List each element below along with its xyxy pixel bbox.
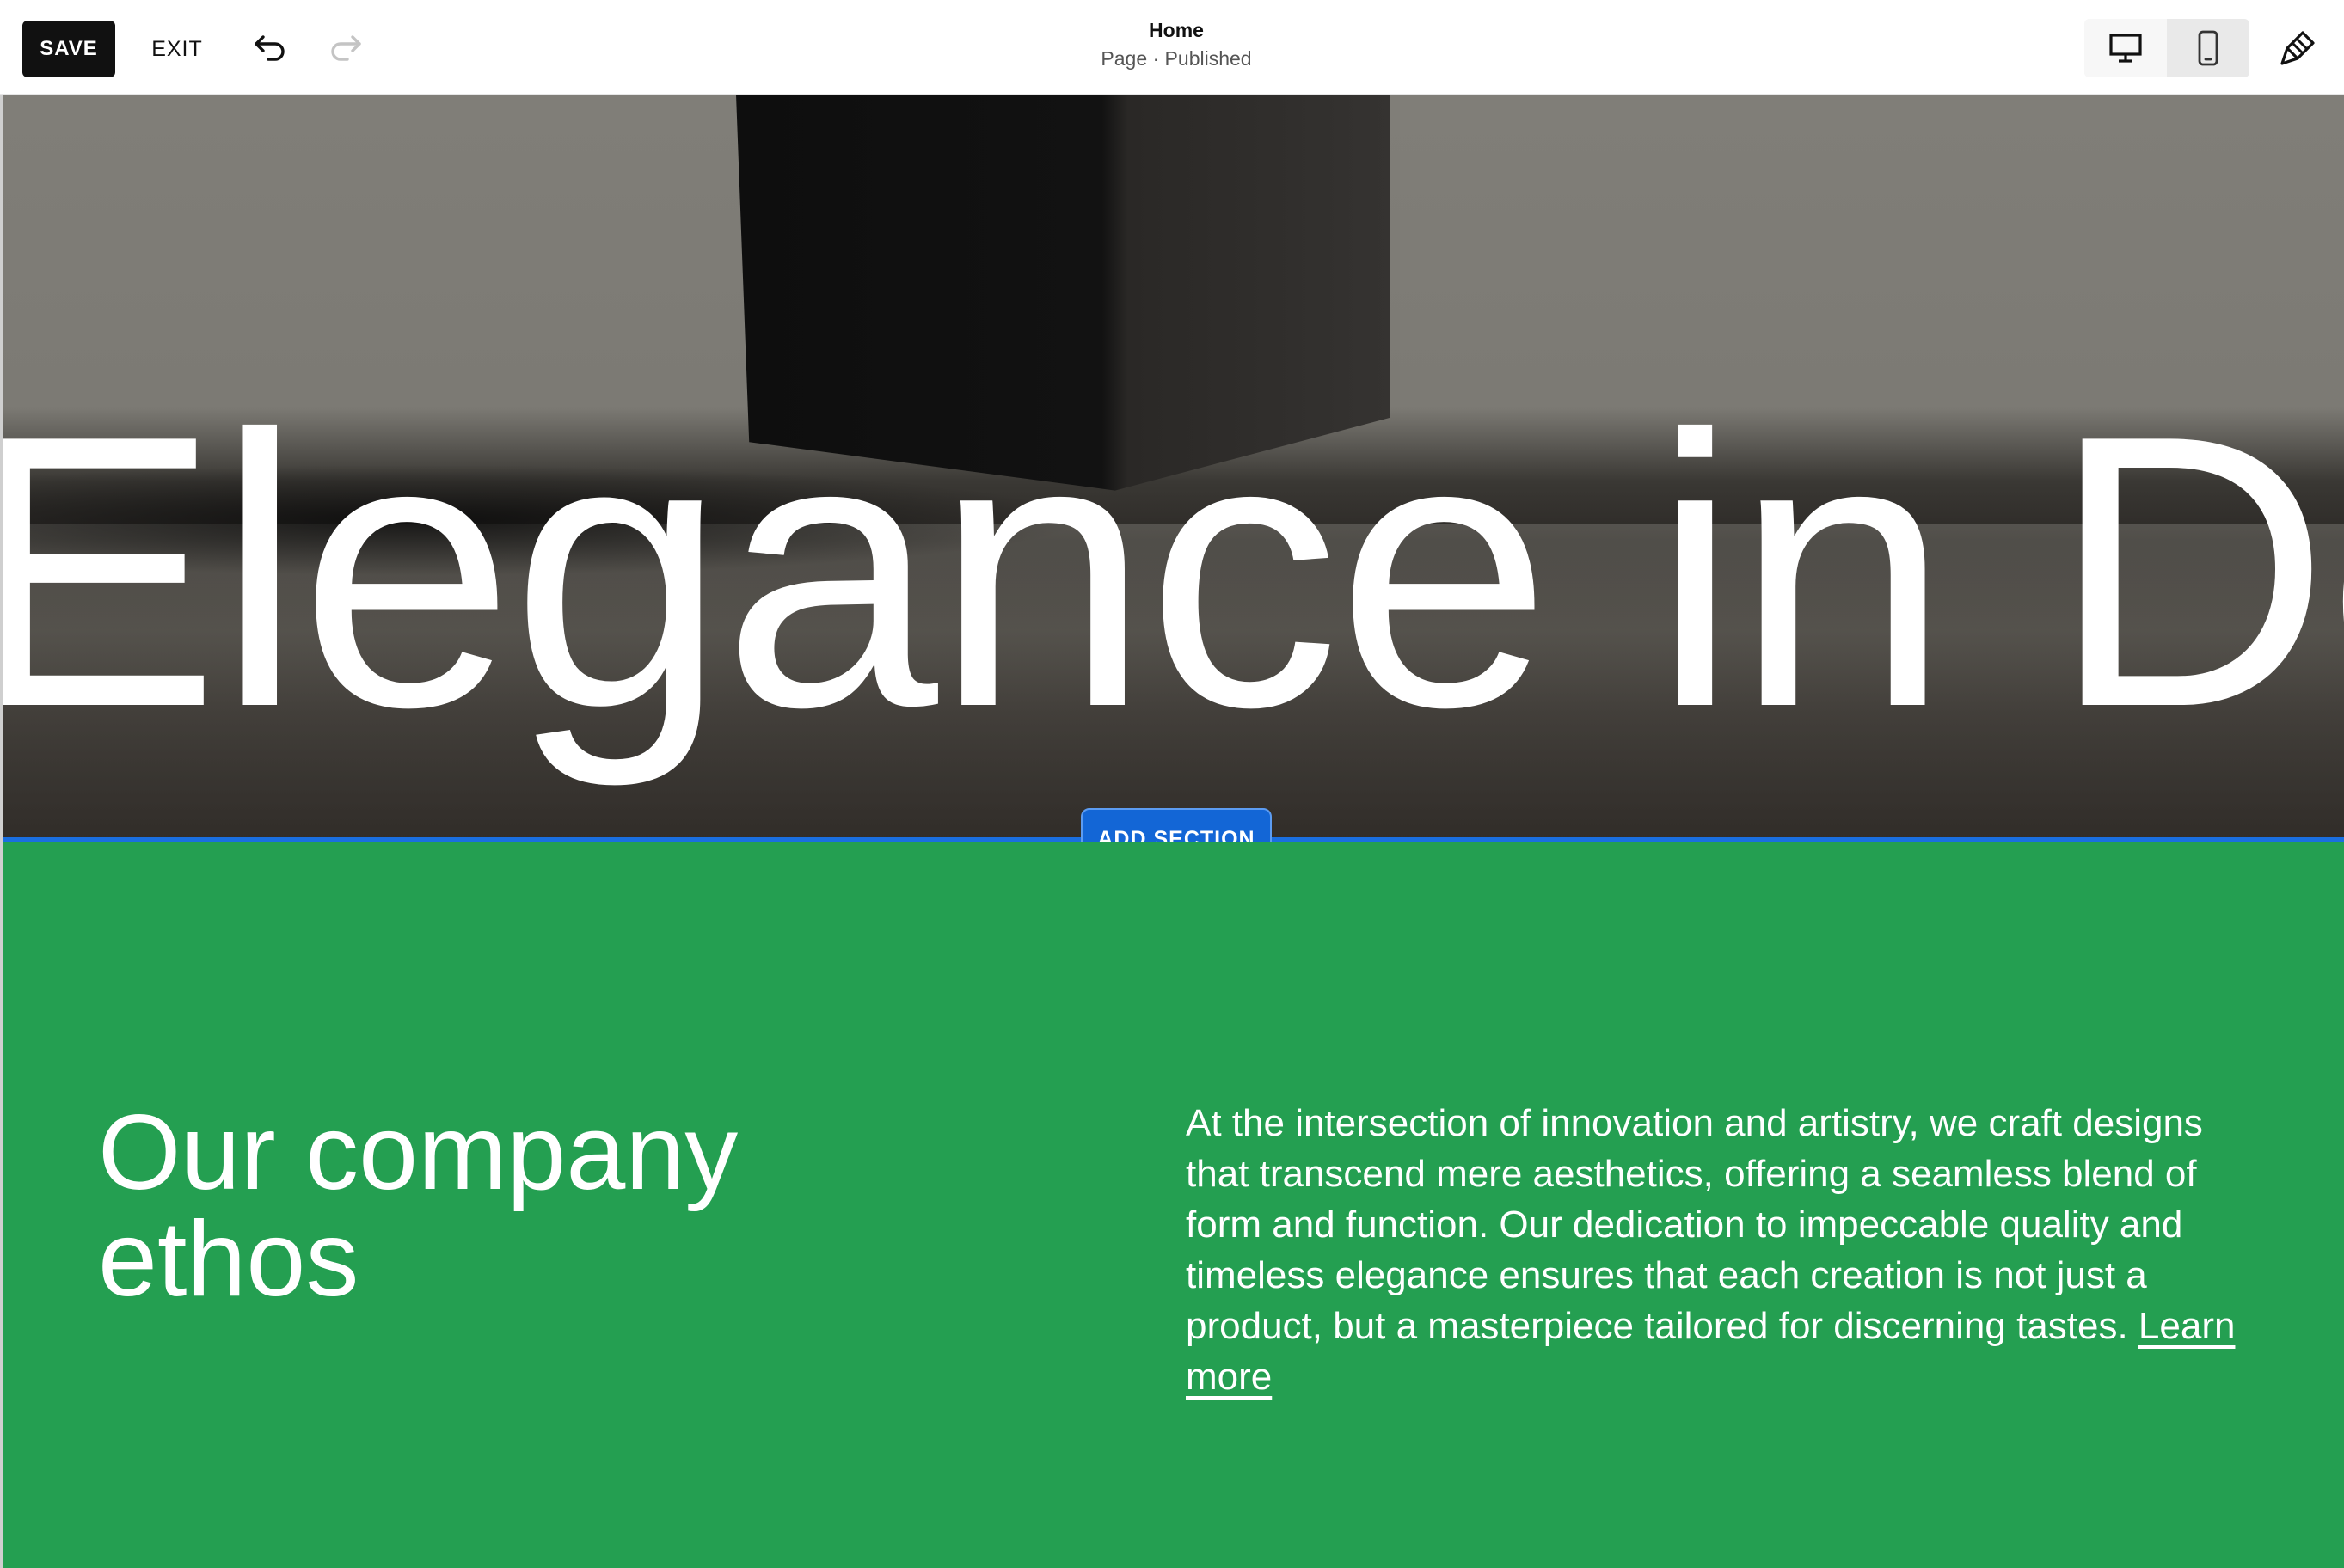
desktop-view-button[interactable] <box>2084 19 2167 77</box>
section-heading[interactable]: Our company ethos <box>98 1099 958 1313</box>
hero-headline[interactable]: Elegance in Design <box>3 378 2344 765</box>
mobile-view-button[interactable] <box>2167 19 2249 77</box>
mobile-icon <box>2198 30 2218 66</box>
exit-button[interactable]: EXIT <box>144 21 210 77</box>
company-ethos-section[interactable]: Our company ethos At the intersection of… <box>3 842 2344 1568</box>
section-body-text: At the intersection of innovation and ar… <box>1186 1102 2203 1347</box>
device-toggle <box>2084 19 2249 77</box>
undo-icon[interactable] <box>246 24 294 72</box>
hero-section[interactable]: Elegance in Design <box>3 95 2344 839</box>
editor-toolbar: SAVE EXIT Home Page · Published <box>0 0 2344 95</box>
desktop-icon <box>2109 34 2142 63</box>
page-title: Home <box>1149 19 1204 41</box>
page-status: Page · Published <box>1101 47 1252 70</box>
save-button[interactable]: SAVE <box>22 21 115 77</box>
paintbrush-icon[interactable] <box>2273 24 2322 72</box>
section-body[interactable]: At the intersection of innovation and ar… <box>1186 1098 2261 1402</box>
redo-icon[interactable] <box>322 24 370 72</box>
